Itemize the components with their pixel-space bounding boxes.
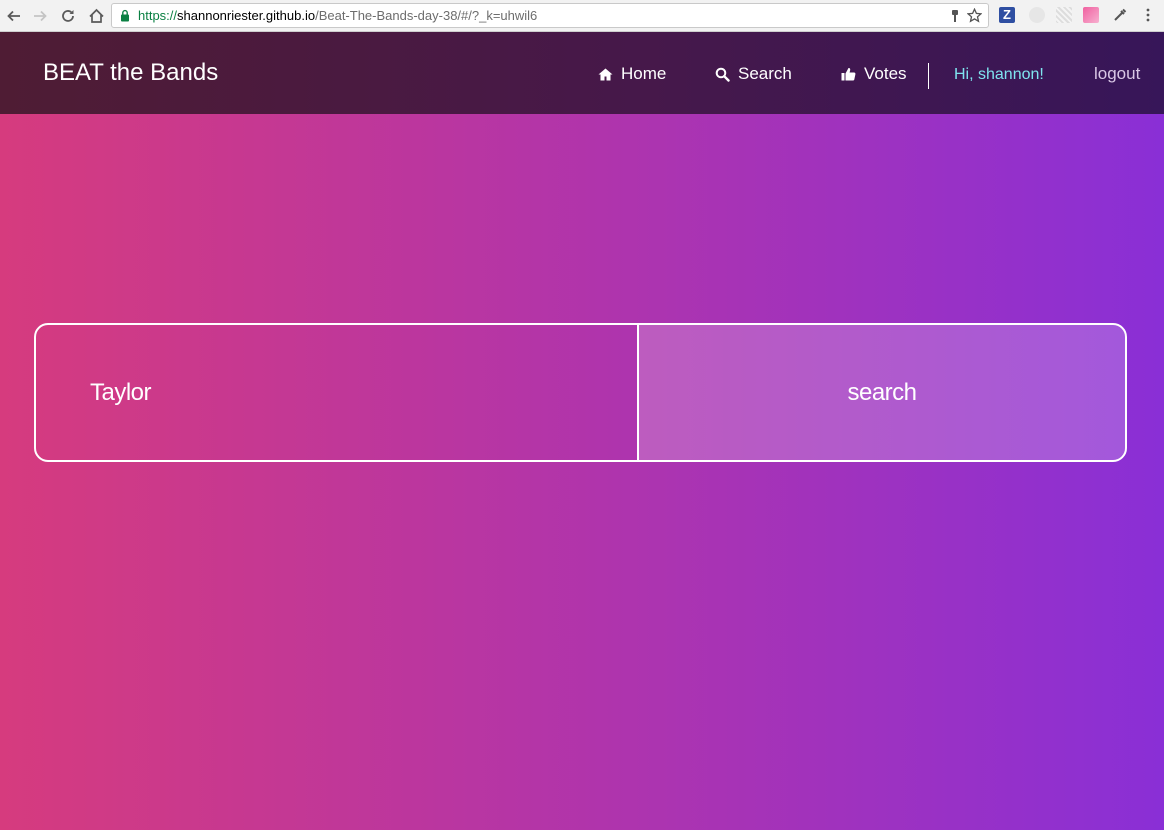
forward-button[interactable] [30, 6, 50, 26]
browser-menu-icon[interactable] [1140, 7, 1156, 23]
page-background: BEAT the Bands Home Search Votes Hi, sha… [0, 32, 1164, 830]
extension-pattern-icon[interactable] [1056, 7, 1072, 23]
home-button[interactable] [86, 6, 106, 26]
search-submit-button[interactable]: search [639, 325, 1125, 460]
logout-link[interactable]: logout [1094, 64, 1140, 84]
thumbs-up-icon [841, 68, 856, 81]
brand-logo[interactable]: BEAT the Bands [43, 59, 218, 87]
url-path: /Beat-The-Bands-day-38/#/?_k=uhwil6 [315, 8, 538, 23]
forward-arrow-icon [34, 10, 47, 22]
nav-home-label: Home [621, 64, 667, 83]
lock-icon [121, 9, 129, 22]
eyedropper-icon[interactable] [1112, 7, 1128, 23]
address-bar[interactable]: https://shannonriester.github.io/Beat-Th… [111, 3, 989, 28]
url-text: https://shannonriester.github.io/Beat-Th… [138, 8, 537, 24]
url-host: shannonriester.github.io [177, 8, 316, 23]
user-greeting: Hi, shannon! [954, 66, 1044, 83]
nav-search-label: Search [738, 64, 792, 83]
nav-votes[interactable]: Votes [841, 64, 907, 84]
back-button[interactable] [4, 6, 24, 26]
key-icon[interactable] [950, 9, 960, 23]
home-icon [598, 68, 613, 80]
search-icon [715, 67, 730, 82]
band-search-input[interactable] [36, 325, 637, 460]
reload-icon [62, 10, 74, 22]
site-navbar: BEAT the Bands Home Search Votes Hi, sha… [0, 32, 1164, 114]
browser-toolbar: https://shannonriester.github.io/Beat-Th… [0, 0, 1164, 32]
search-form: search [34, 323, 1127, 462]
bookmark-star-icon[interactable] [967, 8, 982, 23]
nav-divider [928, 63, 929, 89]
nav-search[interactable]: Search [715, 64, 792, 84]
reload-button[interactable] [58, 6, 78, 26]
extension-pink-icon[interactable] [1083, 7, 1099, 23]
back-arrow-icon [7, 10, 20, 22]
browser-home-icon [88, 8, 104, 23]
extension-circle-icon[interactable] [1029, 7, 1045, 23]
url-scheme: https:// [138, 8, 178, 23]
zotero-extension-icon[interactable]: Z [999, 7, 1015, 23]
nav-home[interactable]: Home [598, 64, 666, 84]
nav-votes-label: Votes [864, 64, 907, 83]
